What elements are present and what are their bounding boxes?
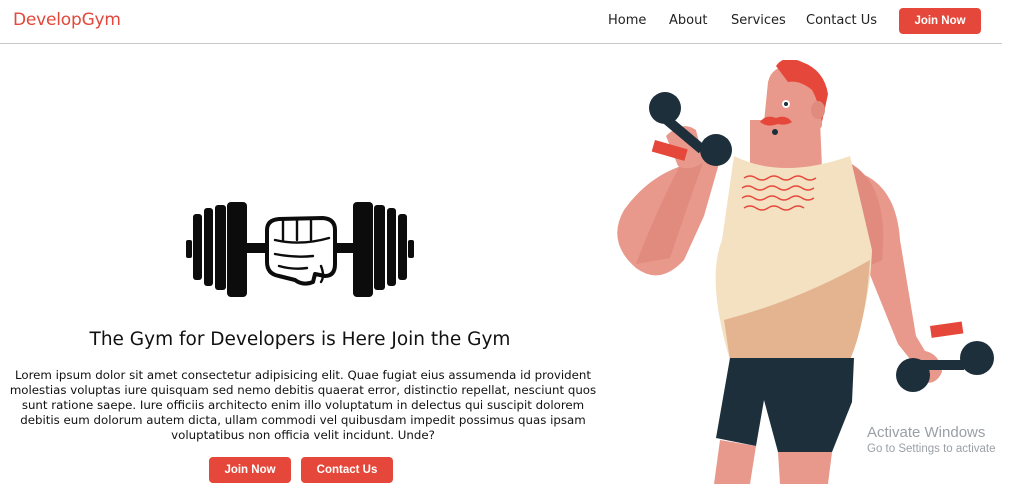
nav-link-contact[interactable]: Contact Us [806, 13, 877, 28]
watermark-subtitle: Go to Settings to activate [867, 443, 996, 455]
join-now-button[interactable]: Join Now [209, 457, 291, 483]
contact-us-button[interactable]: Contact Us [301, 457, 393, 483]
join-now-nav-button[interactable]: Join Now [899, 8, 981, 34]
nav-link-home[interactable]: Home [608, 13, 646, 28]
hero-headline: The Gym for Developers is Here Join the … [89, 329, 511, 350]
nav-link-services[interactable]: Services [731, 13, 786, 28]
navbar: DevelopGym Home About Services Contact U… [0, 0, 1002, 44]
bodybuilder-illustration [617, 60, 994, 484]
windows-activation-watermark: Activate Windows Go to Settings to activ… [867, 424, 996, 455]
brand-logo[interactable]: DevelopGym [13, 10, 121, 30]
hero-paragraph: Lorem ipsum dolor sit amet consectetur a… [9, 368, 597, 442]
nav-link-about[interactable]: About [669, 13, 707, 28]
dumbbell-fist-icon [186, 202, 414, 297]
watermark-title: Activate Windows [867, 424, 986, 441]
